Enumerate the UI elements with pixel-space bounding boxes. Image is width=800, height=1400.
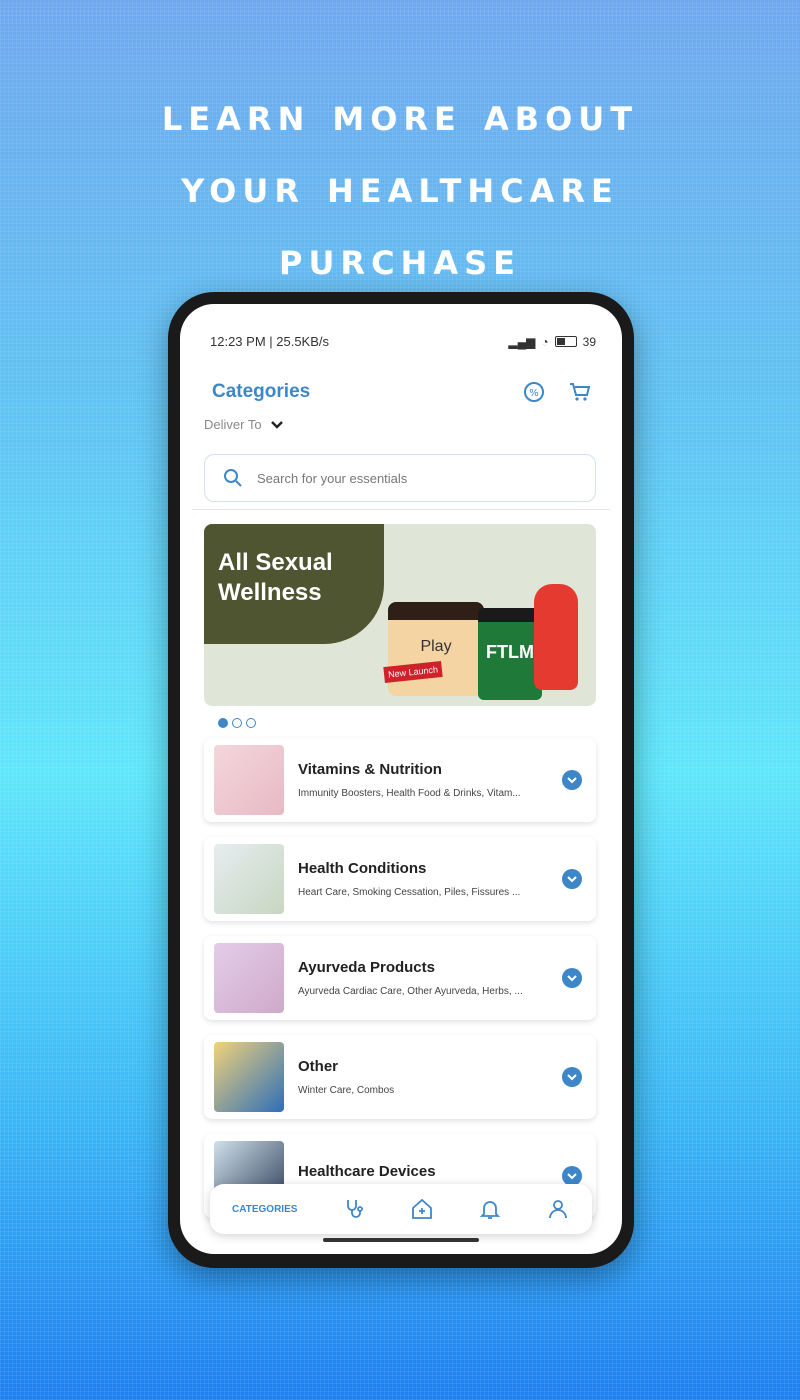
promo-banner[interactable]: All Sexual Wellness Play New Launch FTLM bbox=[204, 524, 596, 706]
headline-line-1: LEARN MORE ABOUT bbox=[161, 87, 639, 141]
category-name: Health Conditions bbox=[298, 860, 427, 877]
status-time: 12:23 PM | 25.5KB/s bbox=[210, 334, 329, 349]
carousel-dot[interactable] bbox=[246, 718, 256, 728]
carousel-dot[interactable] bbox=[232, 718, 242, 728]
category-list: Vitamins & Nutrition Immunity Boosters, … bbox=[204, 738, 596, 1233]
product-name-play: Play bbox=[420, 638, 452, 655]
chevron-down-icon[interactable] bbox=[562, 869, 582, 889]
phone-screen: 12:23 PM | 25.5KB/s ▂▄▆ ◔ 39 Categories … bbox=[180, 304, 622, 1254]
chevron-down-icon[interactable] bbox=[562, 770, 582, 790]
home-plus-icon[interactable] bbox=[410, 1197, 434, 1221]
banner-title: All Sexual Wellness bbox=[218, 548, 333, 608]
banner-title-line-1: All Sexual bbox=[218, 549, 333, 576]
svg-text:%: % bbox=[529, 388, 539, 399]
category-card-health-conditions[interactable]: Health Conditions Heart Care, Smoking Ce… bbox=[204, 837, 596, 921]
nav-categories[interactable]: CATEGORIES bbox=[232, 1204, 297, 1215]
promo-headline: LEARN MORE ABOUT YOUR HEALTHCARE PURCHAS… bbox=[0, 78, 800, 294]
chevron-down-icon[interactable] bbox=[562, 968, 582, 988]
category-thumbnail bbox=[214, 745, 284, 815]
home-indicator[interactable] bbox=[323, 1238, 479, 1242]
status-bar: 12:23 PM | 25.5KB/s ▂▄▆ ◔ 39 bbox=[210, 334, 596, 349]
category-subtitle: Ayurveda Cardiac Care, Other Ayurveda, H… bbox=[298, 986, 523, 997]
category-subtitle: Heart Care, Smoking Cessation, Piles, Fi… bbox=[298, 887, 521, 898]
bell-icon[interactable] bbox=[478, 1197, 502, 1221]
app-header: Categories % bbox=[212, 380, 592, 404]
carousel-indicator bbox=[218, 718, 256, 728]
discount-icon[interactable]: % bbox=[522, 380, 546, 404]
battery-level: 39 bbox=[582, 334, 596, 349]
product-bottle bbox=[534, 584, 578, 690]
headline-line-2: YOUR HEALTHCARE bbox=[181, 159, 619, 213]
category-thumbnail bbox=[214, 1042, 284, 1112]
battery-icon bbox=[554, 336, 577, 347]
status-icons: ▂▄▆ ◔ 39 bbox=[508, 335, 596, 349]
banner-title-line-2: Wellness bbox=[218, 579, 322, 606]
category-card-ayurveda[interactable]: Ayurveda Products Ayurveda Cardiac Care,… bbox=[204, 936, 596, 1020]
search-icon bbox=[224, 469, 242, 487]
chevron-down-icon[interactable] bbox=[562, 1067, 582, 1087]
divider bbox=[192, 509, 610, 510]
chevron-down-icon[interactable] bbox=[562, 1166, 582, 1186]
category-name: Healthcare Devices bbox=[298, 1162, 436, 1180]
category-subtitle: Winter Care, Combos bbox=[298, 1085, 395, 1096]
stethoscope-icon[interactable] bbox=[342, 1197, 366, 1221]
category-subtitle: Immunity Boosters, Health Food & Drinks,… bbox=[298, 788, 521, 799]
cart-icon[interactable] bbox=[568, 380, 592, 404]
page-title: Categories bbox=[212, 381, 311, 402]
category-card-vitamins[interactable]: Vitamins & Nutrition Immunity Boosters, … bbox=[204, 738, 596, 822]
product-jar-play: Play bbox=[388, 602, 484, 696]
category-card-other[interactable]: Other Winter Care, Combos bbox=[204, 1035, 596, 1119]
category-name: Vitamins & Nutrition bbox=[298, 761, 442, 778]
category-name: Other bbox=[298, 1058, 339, 1075]
deliver-to-label: Deliver To bbox=[204, 417, 262, 432]
phone-frame: 12:23 PM | 25.5KB/s ▂▄▆ ◔ 39 Categories … bbox=[168, 292, 634, 1268]
category-name: Ayurveda Products bbox=[298, 959, 435, 976]
product-jar-green: FTLM bbox=[478, 608, 542, 700]
headline-line-3: PURCHASE bbox=[278, 231, 521, 285]
profile-icon[interactable] bbox=[546, 1197, 570, 1221]
wifi-icon: ◔ bbox=[541, 334, 549, 349]
signal-icon: ▂▄▆ bbox=[508, 334, 536, 349]
category-thumbnail bbox=[214, 844, 284, 914]
header-actions: % bbox=[522, 380, 592, 404]
category-thumbnail bbox=[214, 943, 284, 1013]
bottom-navigation: CATEGORIES bbox=[210, 1184, 592, 1234]
deliver-to-selector[interactable]: Deliver To bbox=[204, 417, 284, 432]
chevron-down-icon bbox=[270, 420, 283, 429]
carousel-dot[interactable] bbox=[218, 718, 228, 728]
search-placeholder: Search for your essentials bbox=[257, 470, 408, 486]
search-input[interactable]: Search for your essentials bbox=[204, 454, 596, 502]
